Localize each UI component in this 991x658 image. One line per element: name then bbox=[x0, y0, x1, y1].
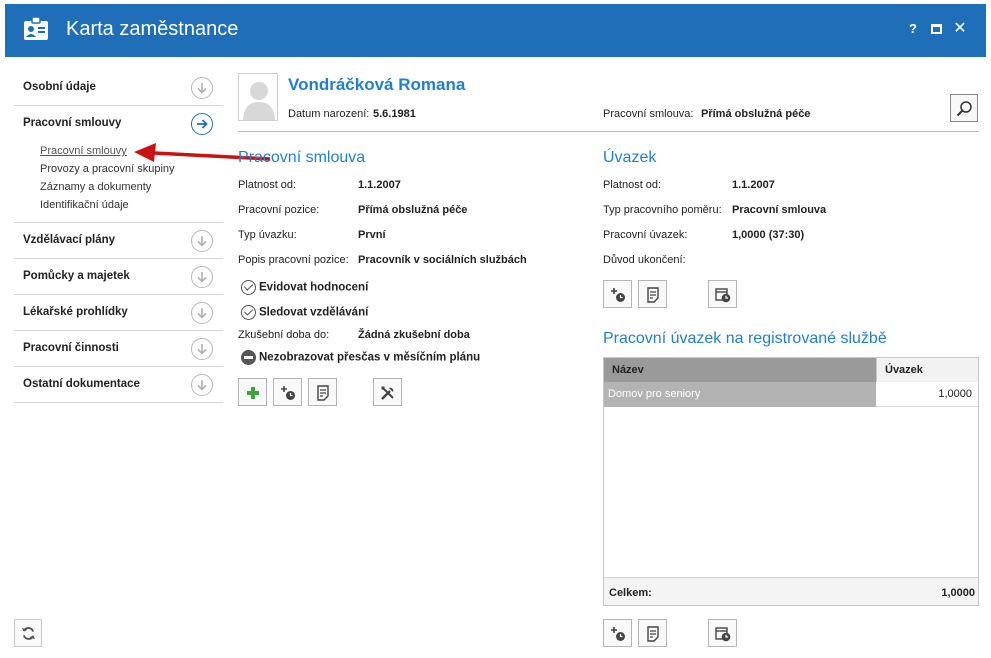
field-label: Pracovní pozice: bbox=[238, 204, 320, 216]
column-header-workload[interactable]: Úvazek bbox=[885, 364, 923, 376]
sidebar-item-label: Pracovní smlouvy bbox=[23, 117, 122, 129]
refresh-button[interactable] bbox=[14, 619, 42, 647]
tools-icon bbox=[381, 386, 394, 400]
sidebar-item-label: Pracovní činnosti bbox=[23, 342, 119, 354]
check-circle-icon bbox=[241, 280, 256, 295]
help-button[interactable]: ? bbox=[904, 20, 922, 38]
document-icon bbox=[317, 385, 329, 401]
contract-label: Pracovní smlouva: bbox=[603, 108, 694, 120]
add-history-button[interactable] bbox=[603, 280, 632, 308]
workload-section-title: Úvazek bbox=[603, 149, 657, 166]
chevron-down-icon bbox=[191, 302, 213, 324]
probation-value: Žádná zkušební doba bbox=[358, 329, 470, 341]
add-clock-icon bbox=[611, 627, 625, 641]
dob-label: Datum narození: bbox=[288, 108, 370, 120]
employee-name: Vondráčková Romana bbox=[288, 75, 466, 94]
field-label: Platnost od: bbox=[238, 179, 297, 191]
add-history-button[interactable] bbox=[273, 378, 302, 406]
sidebar: Osobní údaje Pracovní smlouvy Pracovní s… bbox=[14, 70, 223, 403]
field-label: Popis pracovní pozice: bbox=[238, 254, 349, 266]
header-divider bbox=[238, 131, 979, 132]
search-icon bbox=[956, 101, 972, 117]
service-table: Název Úvazek Domov pro seniory 1,0000 Ce… bbox=[603, 357, 979, 606]
history-button[interactable] bbox=[708, 280, 737, 308]
subnav-item-identification[interactable]: Identifikační údaje bbox=[40, 196, 223, 214]
sidebar-item-label: Osobní údaje bbox=[23, 81, 96, 93]
window-title: Karta zaměstnance bbox=[66, 18, 239, 40]
field-label: Pracovní úvazek: bbox=[603, 229, 688, 241]
total-value: 1,0000 bbox=[941, 587, 975, 599]
check-circle-icon bbox=[241, 305, 256, 320]
maximize-button[interactable] bbox=[927, 20, 945, 38]
minus-circle-icon bbox=[241, 350, 256, 365]
field-value: 1.1.2007 bbox=[732, 179, 775, 191]
sidebar-item-education[interactable]: Vzdělávací plány bbox=[14, 223, 223, 259]
table-header: Název Úvazek bbox=[604, 358, 978, 382]
subnav-item-records[interactable]: Záznamy a dokumenty bbox=[40, 178, 223, 196]
chevron-down-icon bbox=[191, 266, 213, 288]
sidebar-item-activities[interactable]: Pracovní činnosti bbox=[14, 331, 223, 367]
notes-button[interactable] bbox=[638, 280, 667, 308]
field-value: První bbox=[358, 229, 386, 241]
sidebar-item-label: Pomůcky a majetek bbox=[23, 270, 130, 282]
field-value: Pracovní smlouva bbox=[732, 204, 827, 216]
field-value: 1.1.2007 bbox=[358, 179, 401, 191]
field-value: Přímá obslužná péče bbox=[358, 204, 468, 216]
employee-card-icon bbox=[24, 16, 48, 40]
maximize-icon bbox=[930, 24, 942, 34]
field-value: Pracovník v sociálních službách bbox=[358, 254, 527, 266]
history-button[interactable] bbox=[708, 619, 737, 647]
sidebar-item-equipment[interactable]: Pomůcky a majetek bbox=[14, 259, 223, 295]
cell-name: Domov pro seniory bbox=[608, 388, 701, 400]
sidebar-item-medical[interactable]: Lékařské prohlídky bbox=[14, 295, 223, 331]
notes-button[interactable] bbox=[638, 619, 667, 647]
document-icon bbox=[647, 626, 659, 642]
refresh-icon bbox=[21, 627, 36, 640]
sidebar-item-personal[interactable]: Osobní údaje bbox=[14, 70, 223, 106]
sidebar-item-label: Vzdělávací plány bbox=[23, 234, 116, 246]
field-label: Typ pracovního poměru: bbox=[603, 204, 722, 216]
evaluation-flag: Evidovat hodnocení bbox=[241, 280, 368, 296]
document-icon bbox=[647, 287, 659, 303]
close-button[interactable]: ✕ bbox=[951, 20, 969, 38]
tools-button[interactable] bbox=[373, 378, 402, 406]
add-button[interactable] bbox=[238, 378, 267, 406]
add-clock-icon bbox=[611, 288, 625, 302]
field-label: Důvod ukončení: bbox=[603, 254, 686, 266]
title-bar: Karta zaměstnance ? ✕ bbox=[5, 4, 986, 57]
probation-label: Zkušební doba do: bbox=[238, 329, 330, 341]
sidebar-item-contracts[interactable]: Pracovní smlouvy bbox=[14, 106, 223, 142]
chevron-down-icon bbox=[191, 77, 213, 99]
search-button[interactable] bbox=[950, 94, 978, 122]
plus-icon bbox=[247, 387, 259, 399]
add-history-button[interactable] bbox=[603, 619, 632, 647]
service-section-title: Pracovní úvazek na registrované službě bbox=[603, 330, 887, 347]
field-label: Platnost od: bbox=[603, 179, 662, 191]
overtime-flag: Nezobrazovat přesčas v měsíčním plánu bbox=[241, 350, 480, 366]
add-clock-icon bbox=[281, 386, 295, 400]
chevron-down-icon bbox=[191, 230, 213, 252]
field-label: Typ úvazku: bbox=[238, 229, 297, 241]
total-label: Celkem: bbox=[609, 587, 652, 599]
sidebar-item-label: Ostatní dokumentace bbox=[23, 378, 140, 390]
table-row[interactable]: Domov pro seniory 1,0000 bbox=[604, 382, 978, 407]
chevron-down-icon bbox=[191, 338, 213, 360]
chevron-down-icon bbox=[191, 374, 213, 396]
notes-button[interactable] bbox=[308, 378, 337, 406]
column-header-name[interactable]: Název bbox=[612, 364, 644, 376]
contract-section-title: Pracovní smlouva bbox=[238, 149, 366, 166]
table-footer: Celkem: 1,0000 bbox=[604, 577, 978, 605]
arrow-right-icon bbox=[191, 113, 213, 135]
avatar bbox=[238, 73, 278, 121]
contract-value: Přímá obslužná péče bbox=[701, 108, 811, 120]
sidebar-item-label: Lékařské prohlídky bbox=[23, 306, 128, 318]
calendar-clock-icon bbox=[715, 288, 731, 303]
sidebar-item-other-docs[interactable]: Ostatní dokumentace bbox=[14, 367, 223, 403]
education-flag: Sledovat vzdělávání bbox=[241, 305, 368, 321]
field-value: 1,0000 (37:30) bbox=[732, 229, 805, 241]
dob-value: 5.6.1981 bbox=[373, 108, 416, 120]
cell-workload: 1,0000 bbox=[938, 388, 972, 400]
calendar-clock-icon bbox=[715, 627, 731, 642]
